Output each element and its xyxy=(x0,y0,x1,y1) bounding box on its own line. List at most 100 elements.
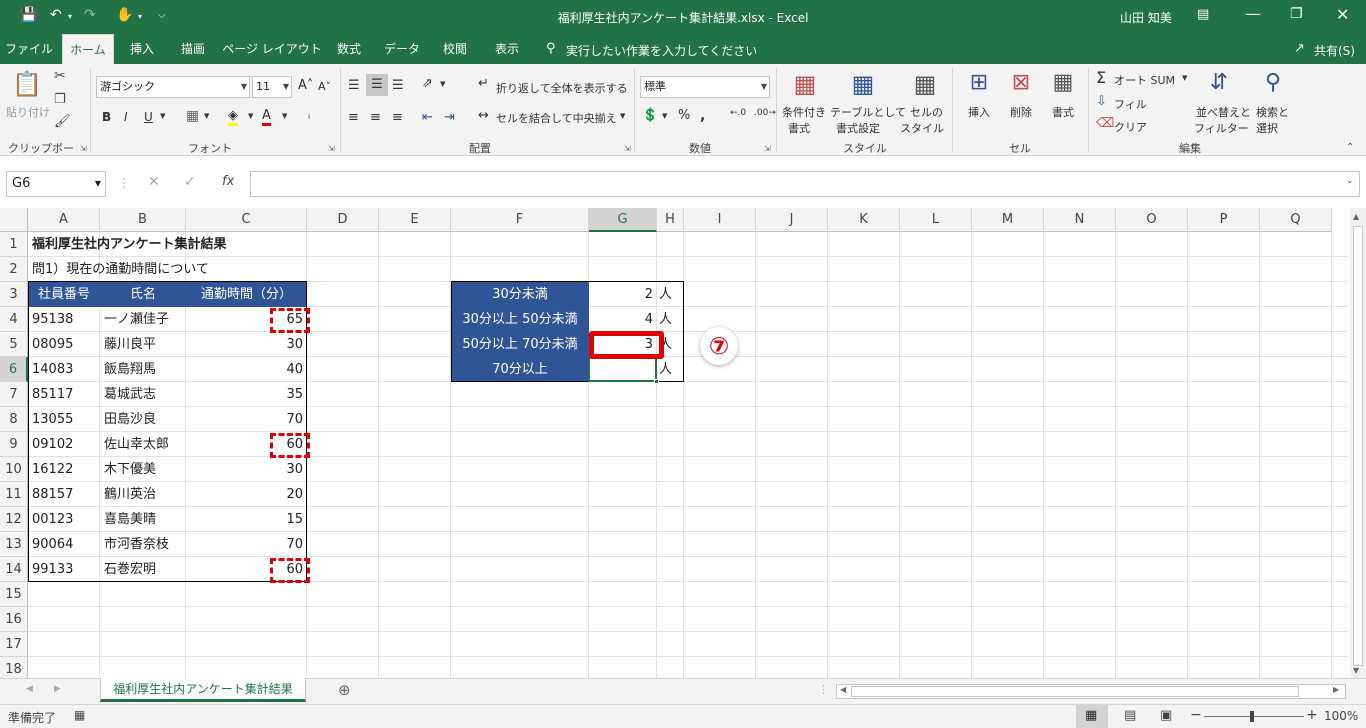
sort-filter-label1[interactable]: 並べ替えと xyxy=(1196,104,1251,120)
expand-formula-icon[interactable]: ⌄ xyxy=(1346,176,1354,186)
horizontal-scroll-thumb[interactable] xyxy=(851,686,1299,697)
wrap-text-button[interactable]: 折り返して全体を表示する xyxy=(496,80,628,96)
zoom-slider[interactable] xyxy=(1204,716,1304,717)
format-cells-button[interactable]: 書式 xyxy=(1052,104,1074,120)
employee-name-cell[interactable]: 木下優美 xyxy=(100,457,186,482)
commute-minutes-cell[interactable]: 70 xyxy=(186,407,307,432)
summary-range-label[interactable]: 70分以上 xyxy=(451,357,589,382)
column-header[interactable]: G xyxy=(589,208,657,232)
font-launcher-icon[interactable]: ⇲ xyxy=(328,144,335,153)
grow-font-icon[interactable]: A˄ xyxy=(298,78,313,93)
row-header[interactable]: 7 xyxy=(0,382,28,407)
commute-minutes-cell[interactable]: 35 xyxy=(186,382,307,407)
column-header[interactable]: P xyxy=(1188,208,1260,232)
horizontal-scrollbar[interactable]: ◀ ▶ xyxy=(836,684,1346,699)
tab-draw[interactable]: 描画 xyxy=(170,34,216,64)
number-format-combo[interactable]: 標準 ▼ xyxy=(640,76,770,98)
percent-icon[interactable]: % xyxy=(678,108,690,123)
fill-color-dropdown-icon[interactable]: ▼ xyxy=(248,112,253,120)
tab-formulas[interactable]: 数式 xyxy=(328,34,370,64)
find-select-label1[interactable]: 検索と xyxy=(1256,104,1289,120)
align-right-icon[interactable]: ≡ xyxy=(392,110,403,125)
minimize-icon[interactable]: — xyxy=(1245,4,1261,23)
fill-handle[interactable] xyxy=(654,379,659,384)
autosum-dropdown-icon[interactable]: ▼ xyxy=(1182,74,1187,82)
clear-button[interactable]: クリア xyxy=(1114,119,1147,135)
employee-id-cell[interactable]: 08095 xyxy=(28,332,100,357)
format-as-table-label1[interactable]: テーブルとして xyxy=(830,104,906,120)
employee-name-cell[interactable]: 鶴川英治 xyxy=(100,482,186,507)
scroll-left-icon[interactable]: ◀ xyxy=(840,685,846,694)
column-header[interactable]: N xyxy=(1044,208,1116,232)
vertical-scrollbar[interactable]: ▲ ▼ xyxy=(1350,208,1366,678)
column-header[interactable]: F xyxy=(451,208,589,232)
commute-minutes-cell[interactable]: 15 xyxy=(186,507,307,532)
row-header[interactable]: 6 xyxy=(0,357,28,382)
tab-home[interactable]: ホーム xyxy=(62,34,114,64)
paste-icon[interactable]: 📋 xyxy=(10,70,44,100)
orientation-dropdown-icon[interactable]: ▼ xyxy=(440,80,445,88)
zoom-slider-thumb[interactable] xyxy=(1250,711,1254,722)
summary-unit-cell[interactable]: 人 xyxy=(657,282,684,307)
bold-icon[interactable]: B xyxy=(102,110,111,124)
column-header[interactable]: M xyxy=(972,208,1044,232)
row-header[interactable]: 16 xyxy=(0,607,28,632)
sort-filter-label2[interactable]: フィルター xyxy=(1194,120,1249,136)
row-header[interactable]: 14 xyxy=(0,557,28,582)
tab-review[interactable]: 校閲 xyxy=(432,34,478,64)
worksheet-grid[interactable]: A B C D E F G H I J K L M N O P Q 1 2 3 4 5 6 7 8 9 10 11 12 13 14 15 16… xyxy=(0,208,1350,678)
font-name-combo[interactable]: 游ゴシック ▼ xyxy=(96,76,250,98)
tab-insert[interactable]: 挿入 xyxy=(118,34,166,64)
row-header[interactable]: 13 xyxy=(0,532,28,557)
formula-input[interactable] xyxy=(250,171,1360,197)
commute-minutes-cell[interactable]: 30 xyxy=(186,332,307,357)
cell-styles-label1[interactable]: セルの xyxy=(910,104,943,120)
summary-count-cell[interactable]: 4 xyxy=(589,307,657,332)
tab-view[interactable]: 表示 xyxy=(484,34,530,64)
prev-sheet-icon[interactable]: ◀ xyxy=(26,684,33,694)
find-select-label2[interactable]: 選択 xyxy=(1256,120,1278,136)
column-header[interactable]: I xyxy=(684,208,756,232)
conditional-format-label2[interactable]: 書式 xyxy=(788,120,810,136)
summary-unit-cell[interactable]: 人 xyxy=(657,307,684,332)
row-header[interactable]: 10 xyxy=(0,457,28,482)
decrease-indent-icon[interactable]: ⇤ xyxy=(422,110,433,125)
clipboard-launcher-icon[interactable]: ⇲ xyxy=(80,144,87,153)
number-launcher-icon[interactable]: ⇲ xyxy=(764,144,771,153)
user-name[interactable]: 山田 知美 xyxy=(1120,9,1172,26)
employee-id-cell[interactable]: 85117 xyxy=(28,382,100,407)
row-header[interactable]: 1 xyxy=(0,232,28,257)
employee-name-cell[interactable]: 田島沙良 xyxy=(100,407,186,432)
summary-count-cell[interactable]: 2 xyxy=(589,282,657,307)
insert-cells-button[interactable]: 挿入 xyxy=(968,104,990,120)
question-cell[interactable]: 問1）現在の通勤時間について xyxy=(28,257,328,282)
decrease-decimal-icon[interactable]: .00→ xyxy=(754,108,776,118)
tell-me-box[interactable]: 実行したい作業を入力してください xyxy=(566,42,757,59)
collapse-ribbon-icon[interactable]: ⌃ xyxy=(1346,142,1354,153)
employee-id-cell[interactable]: 90064 xyxy=(28,532,100,557)
fill-button[interactable]: フィル xyxy=(1114,96,1147,112)
accounting-format-icon[interactable]: 💲 xyxy=(642,108,658,123)
column-header[interactable]: H xyxy=(657,208,684,232)
employee-name-cell[interactable]: 市河香奈枝 xyxy=(100,532,186,557)
font-size-combo[interactable]: 11 ▼ xyxy=(252,76,292,98)
sheet-tab-active[interactable]: 福利厚生社内アンケート集計結果 xyxy=(100,678,306,702)
alignment-launcher-icon[interactable]: ⇲ xyxy=(624,144,631,153)
phonetic-icon[interactable]: ᵢ xyxy=(308,108,310,122)
row-header[interactable]: 4 xyxy=(0,307,28,332)
employee-name-cell[interactable]: 藤川良平 xyxy=(100,332,186,357)
column-header[interactable]: O xyxy=(1116,208,1188,232)
column-header[interactable]: A xyxy=(28,208,100,232)
borders-dropdown-icon[interactable]: ▼ xyxy=(204,112,209,120)
summary-count-cell[interactable] xyxy=(589,357,657,382)
column-header[interactable]: B xyxy=(100,208,186,232)
row-header[interactable]: 2 xyxy=(0,257,28,282)
restore-icon[interactable]: ❐ xyxy=(1290,6,1303,22)
row-header[interactable]: 11 xyxy=(0,482,28,507)
merge-center-button[interactable]: セルを結合して中央揃え xyxy=(496,110,617,126)
column-header[interactable]: D xyxy=(307,208,379,232)
column-header[interactable]: K xyxy=(828,208,900,232)
accounting-dropdown-icon[interactable]: ▼ xyxy=(662,112,667,120)
font-color-dropdown-icon[interactable]: ▼ xyxy=(282,112,287,120)
zoom-level[interactable]: 100% xyxy=(1324,709,1358,723)
